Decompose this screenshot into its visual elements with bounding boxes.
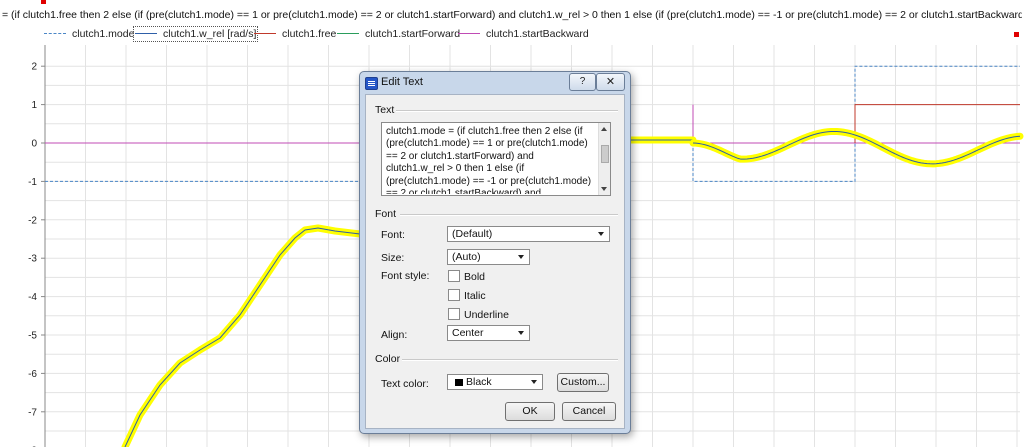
- align-select[interactable]: Center: [447, 325, 530, 341]
- y-tick-label: -7: [28, 407, 37, 418]
- bold-label: Bold: [464, 271, 486, 283]
- color-swatch: [455, 379, 463, 386]
- y-tick-label: -2: [28, 215, 37, 226]
- text-color-select[interactable]: Black: [447, 374, 543, 390]
- color-section-label: Color: [375, 353, 401, 365]
- dialog-titlebar[interactable]: Edit Text ? ✕: [360, 72, 630, 94]
- legend-label: clutch1.startForward: [365, 28, 461, 40]
- scroll-thumb[interactable]: [601, 145, 609, 163]
- y-axis: 210-1-2-3-4-5-6-7-8: [28, 45, 46, 447]
- cancel-button[interactable]: Cancel: [562, 402, 616, 421]
- italic-checkbox[interactable]: [448, 289, 460, 301]
- legend-item-clutch1-mode[interactable]: clutch1.mode: [44, 28, 134, 40]
- legend-swatch: [135, 32, 157, 34]
- y-tick-label: 0: [31, 139, 37, 150]
- font-select-value: (Default): [452, 228, 493, 240]
- divider: [402, 359, 618, 361]
- scroll-up-icon[interactable]: [601, 127, 607, 131]
- legend-label: clutch1.startBackward: [486, 28, 589, 40]
- chevron-down-icon: [531, 380, 537, 384]
- legend-label: clutch1.w_rel [rad/s]: [163, 28, 257, 40]
- series-w-rel-line-highlight: [121, 224, 364, 447]
- legend-item-clutch1-startbackward[interactable]: clutch1.startBackward: [458, 28, 589, 40]
- y-tick-label: 1: [31, 100, 37, 111]
- chevron-down-icon: [518, 255, 524, 259]
- font-section-label: Font: [375, 208, 397, 220]
- bold-checkbox[interactable]: [448, 270, 460, 282]
- size-label: Size:: [381, 252, 405, 264]
- text-scrollbar[interactable]: [598, 123, 610, 195]
- legend-swatch: [254, 32, 276, 34]
- dialog-title: Edit Text: [381, 76, 423, 88]
- chevron-down-icon: [518, 331, 524, 335]
- legend-label: clutch1.free: [282, 28, 337, 40]
- edit-text-dialog: Edit Text ? ✕ Text clutch1.mode = (if cl…: [359, 71, 631, 434]
- scroll-down-icon[interactable]: [601, 187, 607, 191]
- underline-label: Underline: [464, 309, 509, 321]
- text-input[interactable]: clutch1.mode = (if clutch1.free then 2 e…: [381, 122, 611, 196]
- custom-color-button[interactable]: Custom...: [557, 373, 609, 392]
- edit-text-icon: [365, 77, 378, 90]
- plot-header-text: = (if clutch1.free then 2 else (if (pre(…: [2, 9, 1022, 21]
- size-select-value: (Auto): [452, 251, 481, 263]
- marker-red-right: [1014, 32, 1019, 37]
- legend-label: clutch1.mode: [72, 28, 135, 40]
- legend-item-clutch1-startforward[interactable]: clutch1.startForward: [337, 28, 460, 40]
- legend-item-clutch1-free[interactable]: clutch1.free: [254, 28, 336, 40]
- legend-swatch: [337, 32, 359, 34]
- ok-button[interactable]: OK: [505, 402, 555, 421]
- legend-swatch: [458, 32, 480, 34]
- close-button[interactable]: ✕: [596, 73, 625, 91]
- y-tick-label: -3: [28, 254, 37, 265]
- y-tick-label: -5: [28, 331, 37, 342]
- font-label: Font:: [381, 229, 405, 241]
- legend-item-clutch1-w-rel[interactable]: clutch1.w_rel [rad/s]: [132, 26, 259, 42]
- divider: [396, 110, 618, 112]
- italic-label: Italic: [464, 290, 486, 302]
- underline-checkbox[interactable]: [448, 308, 460, 320]
- dialog-body: Text clutch1.mode = (if clutch1.free the…: [365, 94, 625, 429]
- series-w-rel-line: [124, 227, 361, 447]
- font-select[interactable]: (Default): [447, 226, 610, 242]
- chevron-down-icon: [598, 232, 604, 236]
- legend-swatch: [44, 32, 66, 34]
- y-tick-label: 2: [31, 62, 37, 73]
- y-tick-label: -1: [28, 177, 37, 188]
- text-color-label: Text color:: [381, 378, 429, 390]
- text-section-label: Text: [375, 104, 395, 116]
- align-select-value: Center: [452, 327, 484, 339]
- y-tick-label: -6: [28, 369, 37, 380]
- help-button[interactable]: ?: [569, 73, 596, 91]
- marker-red-top: [41, 0, 46, 4]
- y-tick-label: -4: [28, 292, 37, 303]
- size-select[interactable]: (Auto): [447, 249, 530, 265]
- align-label: Align:: [381, 329, 408, 341]
- divider: [400, 214, 618, 216]
- font-style-label: Font style:: [381, 270, 430, 282]
- text-input-value: clutch1.mode = (if clutch1.free then 2 e…: [386, 126, 592, 194]
